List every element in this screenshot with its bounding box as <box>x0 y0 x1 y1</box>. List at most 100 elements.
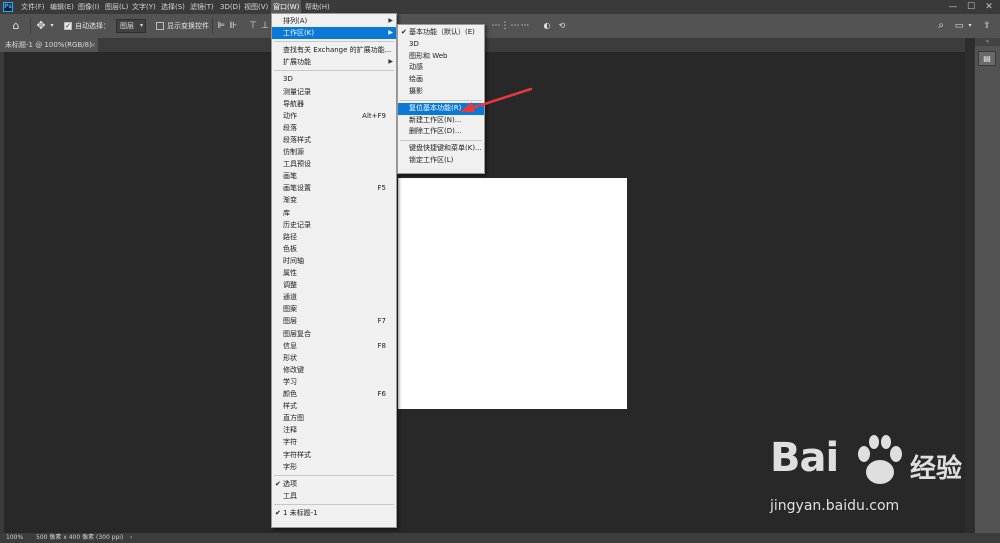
properties-panel-icon[interactable]: ▤ <box>978 51 996 66</box>
workspace-menu-item[interactable]: 新建工作区(N)... <box>398 115 484 127</box>
align-top-icon[interactable]: ⊤ <box>248 14 258 38</box>
menu-image[interactable]: 图像(I) <box>78 0 100 14</box>
menu-view[interactable]: 视图(V) <box>244 0 268 14</box>
menu-type[interactable]: 文字(Y) <box>132 0 156 14</box>
window-menu-item[interactable]: ✔ 选项 <box>272 478 396 490</box>
menu-select[interactable]: 选择(S) <box>161 0 185 14</box>
window-menu-item[interactable]: 段落 <box>272 122 396 134</box>
3d-mode-icon[interactable]: ◐ <box>540 14 554 38</box>
window-menu-item[interactable]: 仿制源 <box>272 146 396 158</box>
window-menu-item[interactable]: 字符 <box>272 436 396 448</box>
search-icon[interactable]: ⌕ <box>935 14 947 38</box>
auto-select-checkbox[interactable]: ✓ <box>64 22 72 30</box>
chevron-down-icon[interactable]: ▾ <box>966 14 974 38</box>
home-icon[interactable]: ⌂ <box>8 14 24 38</box>
auto-select-dropdown[interactable]: 图层 ▾ <box>116 19 146 33</box>
window-menu-item[interactable]: 学习 <box>272 376 396 388</box>
menu-file[interactable]: 文件(F) <box>21 0 45 14</box>
window-menu-item[interactable]: 图层 F7 <box>272 315 396 327</box>
close-window-icon[interactable]: ✕ <box>981 0 997 14</box>
window-menu-item[interactable]: 库 <box>272 207 396 219</box>
workspace-menu-item[interactable]: 锁定工作区(L) <box>398 155 484 167</box>
document-canvas[interactable] <box>398 178 627 409</box>
distribute-icon[interactable]: ⋮ <box>500 14 510 38</box>
window-menu-item[interactable]: 颜色 F6 <box>272 388 396 400</box>
window-menu-item[interactable]: 修改键 <box>272 364 396 376</box>
workspace-menu-item[interactable]: ✔ 基本功能（默认）(E) <box>398 27 484 39</box>
window-menu-dropdown: 排列(A) ▶ 工作区(K) ▶ 查找有关 Exchange 的扩展功能... 扩展功能 ▶… <box>271 13 397 528</box>
close-tab-icon[interactable]: × <box>90 38 96 52</box>
workspace-menu-item[interactable]: 键盘快捷键和菜单(K)... <box>398 143 484 155</box>
workspace-menu-item-label: 复位基本功能(R) <box>409 103 462 112</box>
3d-rotate-icon[interactable]: ⟲ <box>555 14 569 38</box>
workspace-menu-item[interactable]: 动感 <box>398 62 484 74</box>
window-menu-item[interactable]: 路径 <box>272 231 396 243</box>
menu-layer[interactable]: 图层(L) <box>105 0 128 14</box>
window-menu-item[interactable]: 字符样式 <box>272 449 396 461</box>
chevron-down-icon[interactable]: ▾ <box>48 14 56 38</box>
workspace-switcher-icon[interactable]: ▭ <box>952 14 966 38</box>
window-menu-item[interactable]: 图层复合 <box>272 328 396 340</box>
window-menu-item[interactable]: 导航器 <box>272 98 396 110</box>
align-middle-icon[interactable]: ⊥ <box>260 14 270 38</box>
align-left-icon[interactable]: ⊫ <box>216 14 226 38</box>
window-menu-item[interactable]: 画笔 <box>272 170 396 182</box>
window-menu-item-label: 历史记录 <box>283 220 311 229</box>
window-menu-item[interactable]: 样式 <box>272 400 396 412</box>
menu-edit[interactable]: 编辑(E) <box>50 0 74 14</box>
workspace-menu-item[interactable]: 删除工作区(D)... <box>398 126 484 138</box>
submenu-arrow-icon: ▶ <box>388 17 393 24</box>
window-menu-item[interactable]: 信息 F8 <box>272 340 396 352</box>
window-menu-item[interactable]: 调整 <box>272 279 396 291</box>
window-menu-item[interactable]: 段落样式 <box>272 134 396 146</box>
photoshop-logo-icon[interactable]: Ps <box>3 2 13 12</box>
window-menu-item[interactable]: 图案 <box>272 303 396 315</box>
window-menu-item[interactable]: 工具 <box>272 490 396 502</box>
maximize-icon[interactable]: ☐ <box>963 0 979 14</box>
align-center-icon[interactable]: ⊪ <box>228 14 238 38</box>
window-menu-item[interactable]: 时间轴 <box>272 255 396 267</box>
workspace-menu-item-label: 新建工作区(N)... <box>409 115 462 124</box>
show-transform-checkbox[interactable] <box>156 22 164 30</box>
window-menu-item[interactable]: 3D <box>272 73 396 85</box>
window-menu-item[interactable]: 直方图 <box>272 412 396 424</box>
window-menu-item[interactable]: 动作 Alt+F9 <box>272 110 396 122</box>
window-menu-item[interactable]: 查找有关 Exchange 的扩展功能... <box>272 44 396 56</box>
zoom-level[interactable]: 100% <box>6 533 23 543</box>
document-info: 500 像素 x 400 像素 (300 ppi) <box>36 534 124 541</box>
workspace-menu-item[interactable]: 3D <box>398 39 484 51</box>
workspace-menu-item[interactable]: 图形和 Web <box>398 51 484 63</box>
window-menu-item[interactable]: 扩展功能 ▶ <box>272 56 396 68</box>
tools-panel[interactable] <box>0 52 4 533</box>
window-menu-item[interactable]: 排列(A) ▶ <box>272 15 396 27</box>
window-menu-item[interactable]: 形状 <box>272 352 396 364</box>
window-menu-item[interactable]: 字形 <box>272 461 396 473</box>
share-icon[interactable]: ⇪ <box>980 14 994 38</box>
window-menu-item[interactable]: 工作区(K) ▶ <box>272 27 396 40</box>
window-menu-item[interactable]: 通道 <box>272 291 396 303</box>
window-menu-item[interactable]: 工具预设 <box>272 158 396 170</box>
window-menu-item[interactable]: 渐变 <box>272 194 396 206</box>
menu-help[interactable]: 帮助(H) <box>305 0 330 14</box>
move-tool-icon[interactable]: ✥ <box>34 14 48 38</box>
window-menu-item[interactable]: 属性 <box>272 267 396 279</box>
window-menu-item[interactable]: 历史记录 <box>272 219 396 231</box>
window-menu-item-label: 排列(A) <box>283 17 308 25</box>
window-menu-item-label: 字形 <box>283 462 297 471</box>
more-options-icon[interactable]: ··· <box>520 14 530 38</box>
window-menu-item[interactable]: 测量记录 <box>272 86 396 98</box>
distribute-icon[interactable]: ⋯ <box>510 14 520 38</box>
menu-3d[interactable]: 3D(D) <box>220 0 241 14</box>
window-menu-item[interactable]: 色板 <box>272 243 396 255</box>
status-info-arrow-icon[interactable]: › <box>130 533 132 543</box>
minimize-icon[interactable]: — <box>945 0 961 14</box>
document-tab[interactable]: 未标题-1 @ 100%(RGB/8) × <box>0 38 98 52</box>
window-menu-item[interactable]: ✔ 1 未标题-1 <box>272 507 396 519</box>
collapse-panels-icon[interactable]: « <box>975 38 1000 46</box>
menu-window[interactable]: 窗口(W) <box>271 0 302 14</box>
window-menu-item-label: 导航器 <box>283 99 304 108</box>
menu-filter[interactable]: 滤镜(T) <box>190 0 214 14</box>
window-menu-item[interactable]: 注释 <box>272 424 396 436</box>
window-menu-item[interactable]: 画笔设置 F5 <box>272 182 396 194</box>
menu-separator <box>274 70 394 72</box>
